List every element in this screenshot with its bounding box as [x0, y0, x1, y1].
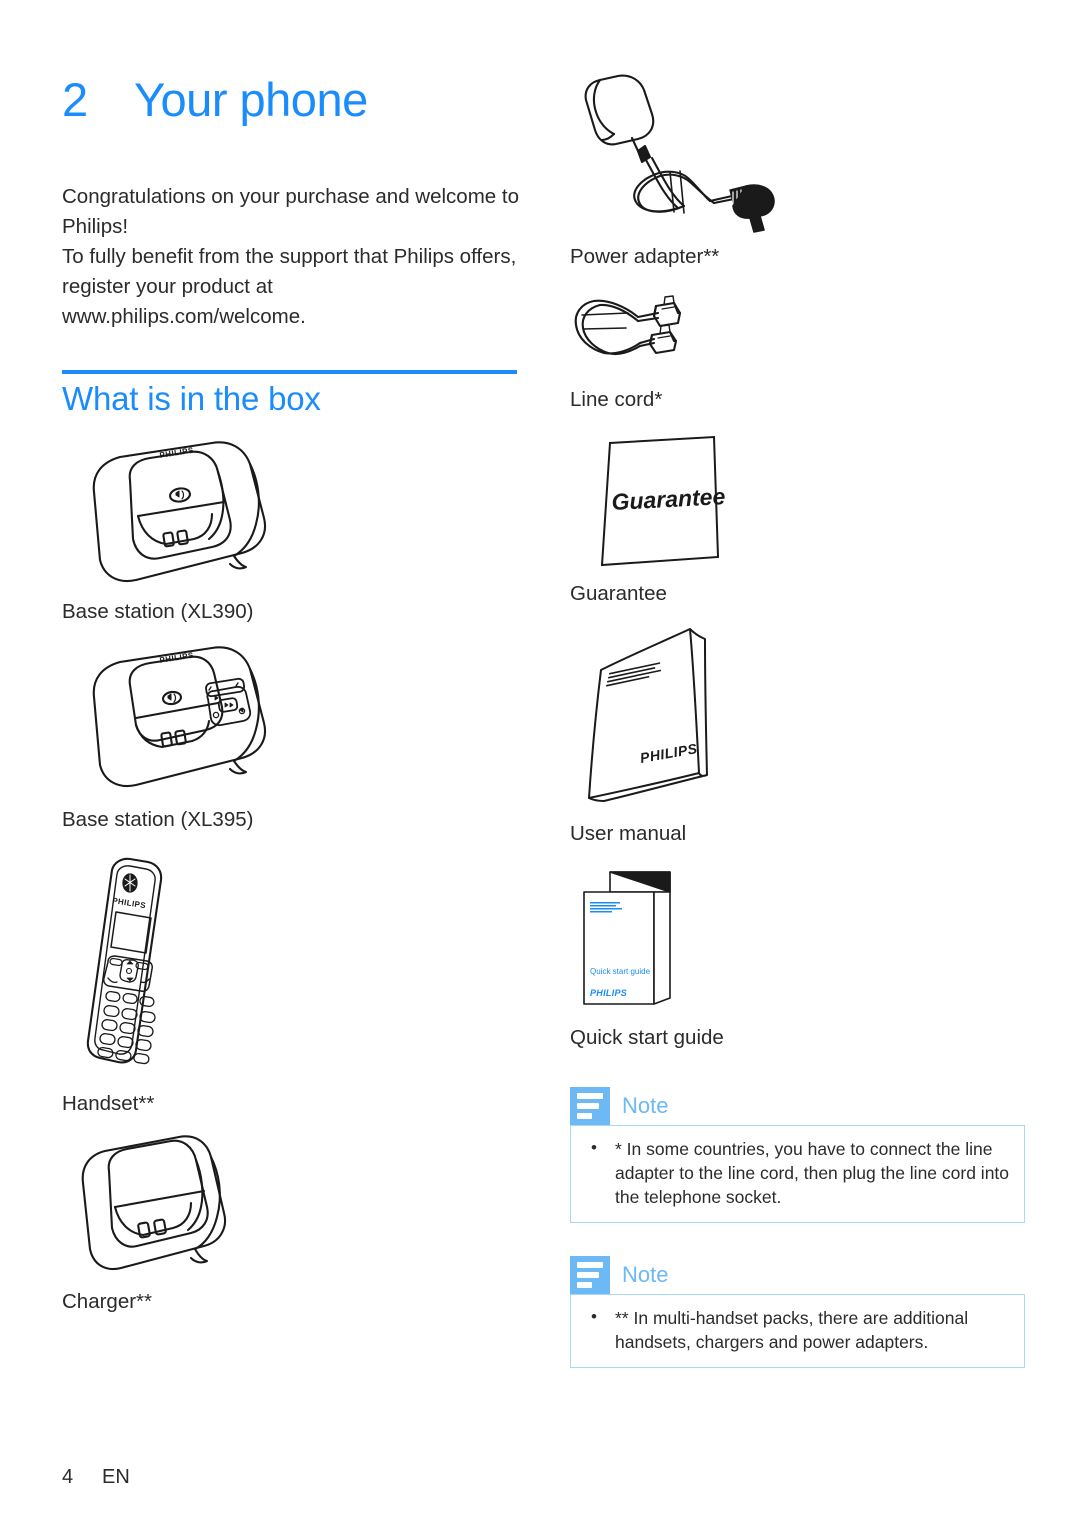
brand-wordmark: PHILIPS: [159, 651, 195, 665]
item-label-line-cord: Line cord*: [570, 388, 663, 411]
footer-page-number: 4: [62, 1466, 74, 1488]
charger-illustration: [67, 1135, 237, 1285]
note-block-line-adapter: Note * In some countries, you have to co…: [570, 1087, 1025, 1223]
power-adapter-illustration: [570, 72, 800, 233]
item-label-base-station-xl395: Base station (XL395): [62, 808, 254, 831]
user-manual-illustration: PHILIPS: [575, 623, 725, 803]
note-body: * In some countries, you have to connect…: [570, 1125, 1025, 1223]
note-title: Note: [622, 1093, 669, 1118]
note-header: Note: [570, 1087, 1025, 1125]
note-header: Note: [570, 1256, 1025, 1294]
note-title: Note: [622, 1262, 669, 1287]
footer-language: EN: [102, 1466, 130, 1488]
item-label-charger: Charger**: [62, 1290, 153, 1313]
right-column: Power adapter** Line cord* Guarantee Gua…: [570, 0, 1030, 1527]
left-column: PHILIPS Base station (XL390) PHILIPS Bas…: [62, 0, 532, 1527]
user-manual-cover-brand: PHILIPS: [639, 740, 699, 766]
base-station-xl395-illustration: PHILIPS: [72, 645, 272, 790]
page-footer: 4 EN: [62, 1466, 130, 1489]
brand-wordmark: PHILIPS: [112, 896, 147, 910]
item-label-base-station-xl390: Base station (XL390): [62, 600, 254, 623]
note-lines-icon: [570, 1256, 610, 1294]
item-label-quick-start-guide: Quick start guide: [570, 1026, 724, 1049]
note-item: ** In multi-handset packs, there are add…: [585, 1305, 1010, 1354]
handset-illustration: PHILIPS: [72, 857, 212, 1073]
item-label-handset: Handset**: [62, 1092, 155, 1115]
brand-wordmark: PHILIPS: [159, 446, 195, 460]
item-label-power-adapter: Power adapter**: [570, 245, 720, 268]
qsg-cover-brand: PHILIPS: [590, 988, 627, 998]
item-label-guarantee: Guarantee: [570, 582, 667, 605]
line-cord-illustration: [570, 295, 710, 370]
guarantee-card-illustration: Guarantee: [580, 435, 740, 575]
item-label-user-manual: User manual: [570, 822, 687, 845]
guarantee-cover-text: Guarantee: [611, 483, 726, 515]
note-block-multi-handset: Note ** In multi-handset packs, there ar…: [570, 1256, 1025, 1368]
quick-start-guide-illustration: Quick start guide PHILIPS: [582, 868, 692, 1008]
note-item: * In some countries, you have to connect…: [585, 1136, 1010, 1209]
base-station-xl390-illustration: PHILIPS: [72, 440, 272, 585]
qsg-cover-text: Quick start guide: [590, 967, 651, 976]
manual-page: 2 Your phone Congratulations on your pur…: [0, 0, 1080, 1527]
note-body: ** In multi-handset packs, there are add…: [570, 1294, 1025, 1368]
note-lines-icon: [570, 1087, 610, 1125]
